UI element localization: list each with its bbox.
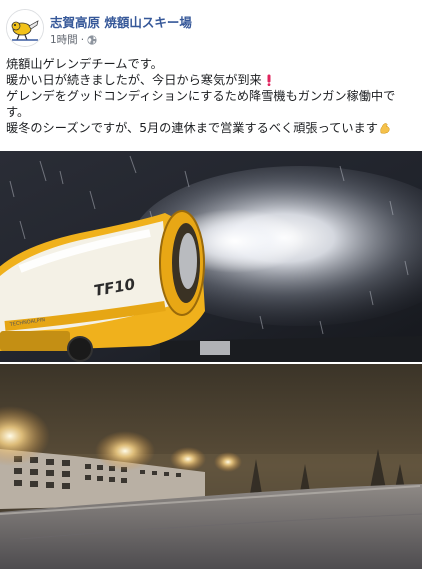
post-line-text: 暖かい日が続きましたが、今日から寒気が到来 — [6, 73, 262, 87]
exclamation-emoji — [267, 74, 271, 86]
snow-cannon-photo[interactable]: TF10 TECHNOALPIN — [0, 151, 422, 362]
mascot-logo-icon — [7, 10, 43, 46]
page-name-link[interactable]: 志賀高原 焼額山スキー場 — [50, 12, 192, 31]
post-line-text: 暖冬のシーズンですが、5月の連休まで営業するべく頑張っています — [6, 121, 378, 135]
post-timestamp[interactable]: 1時間 — [50, 32, 78, 47]
globe-icon[interactable] — [87, 34, 97, 45]
post-line: 暖冬のシーズンですが、5月の連休まで営業するべく頑張っています — [6, 120, 418, 136]
snow-cannon-image: TF10 TECHNOALPIN — [0, 151, 422, 362]
post-line: 暖かい日が続きましたが、今日から寒気が到来 — [6, 72, 418, 88]
night-slope-image — [0, 364, 422, 569]
night-slope-photo[interactable] — [0, 364, 422, 569]
page-avatar[interactable] — [6, 9, 44, 47]
post-text: 焼額山ゲレンデチームです。 暖かい日が続きましたが、今日から寒気が到来 ゲレンデ… — [6, 56, 418, 136]
facebook-post: 志賀高原 焼額山スキー場 1時間 · 焼額山ゲレンデチームです。 暖かい日が続き… — [0, 0, 422, 569]
post-line: ゲレンデをグッドコンディションにするため降雪機もガンガン稼働中で — [6, 89, 396, 103]
post-meta: 1時間 · — [50, 32, 97, 47]
post-line: 焼額山ゲレンデチームです。 — [6, 57, 163, 71]
post-header: 志賀高原 焼額山スキー場 1時間 · — [0, 0, 422, 52]
meta-separator: · — [80, 33, 85, 46]
flexed-biceps-emoji — [380, 123, 390, 134]
post-line: す。 — [6, 105, 30, 119]
